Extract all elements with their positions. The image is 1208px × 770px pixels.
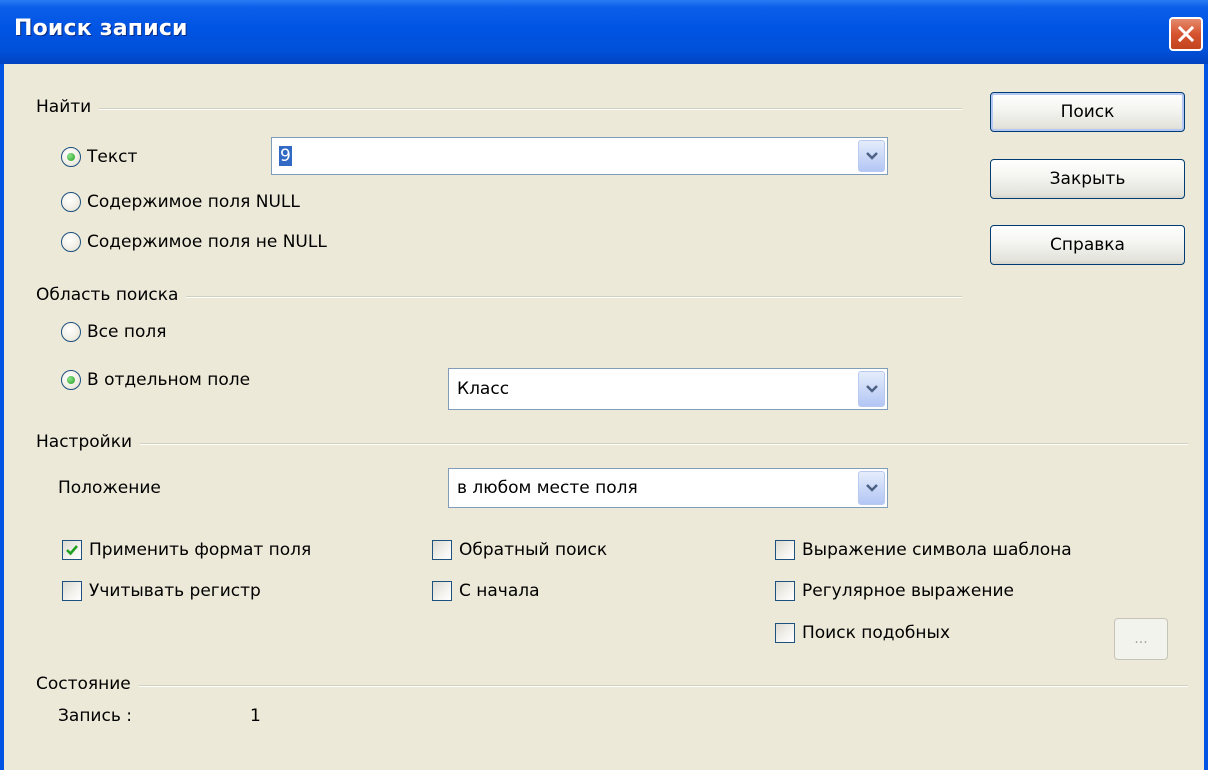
find-group-label: Найти (36, 97, 100, 117)
checkbox-indicator (775, 623, 795, 643)
radio-text-label: Текст (87, 147, 138, 167)
checkmark-icon (66, 545, 78, 556)
close-icon (1177, 25, 1195, 43)
checkbox-indicator (62, 540, 82, 560)
radio-indicator (61, 322, 81, 342)
position-dropdown-button[interactable] (858, 471, 885, 505)
close-window-button[interactable] (1169, 17, 1203, 51)
search-text-value: 9 (279, 146, 292, 166)
similarity-search-label: Поиск подобных (802, 623, 951, 643)
field-select-dropdown-button[interactable] (858, 371, 885, 407)
chevron-down-icon (865, 385, 878, 393)
radio-indicator (61, 147, 81, 167)
radio-text[interactable]: Текст (61, 147, 137, 167)
backwards-search-checkbox[interactable]: Обратный поиск (432, 540, 607, 560)
search-text-combobox[interactable]: 9 (271, 137, 888, 175)
match-case-checkbox[interactable]: Учитывать регистр (62, 581, 261, 601)
close-button[interactable]: Закрыть (990, 159, 1185, 199)
find-group-line (40, 108, 962, 110)
title-bar[interactable]: Поиск записи (0, 0, 1208, 64)
checkbox-indicator (775, 581, 795, 601)
radio-field-null-label: Содержимое поля NULL (87, 192, 300, 212)
chevron-down-icon (865, 484, 878, 492)
from-start-checkbox[interactable]: С начала (432, 581, 540, 601)
settings-group-label: Настройки (36, 432, 141, 452)
checkbox-indicator (62, 581, 82, 601)
wildcard-expression-label: Выражение символа шаблона (802, 540, 1072, 560)
apply-field-format-label: Применить формат поля (89, 540, 312, 560)
radio-all-fields-label: Все поля (87, 322, 167, 342)
radio-single-field[interactable]: В отдельном поле (61, 370, 250, 390)
wildcard-expression-checkbox[interactable]: Выражение символа шаблона (775, 540, 1072, 560)
search-text-dropdown-button[interactable] (858, 140, 885, 172)
backwards-search-label: Обратный поиск (459, 540, 608, 560)
position-value: в любом месте поля (457, 478, 638, 498)
field-select-value: Класс (457, 379, 510, 399)
radio-indicator (61, 192, 81, 212)
position-combobox[interactable]: в любом месте поля (448, 468, 888, 508)
radio-indicator (61, 370, 81, 390)
search-record-dialog: Поиск записи Найти Текст 9 Содержимое по… (0, 0, 1208, 770)
regular-expression-checkbox[interactable]: Регулярное выражение (775, 581, 1014, 601)
window-frame-right (1204, 64, 1208, 770)
radio-field-not-null[interactable]: Содержимое поля не NULL (61, 232, 327, 252)
radio-indicator (61, 232, 81, 252)
settings-group-line (40, 443, 1188, 445)
help-button[interactable]: Справка (990, 225, 1185, 265)
chevron-down-icon (865, 152, 878, 160)
position-label: Положение (58, 478, 161, 498)
radio-field-not-null-label: Содержимое поля не NULL (87, 232, 327, 252)
radio-single-field-label: В отдельном поле (87, 370, 251, 390)
similarity-options-button[interactable]: ... (1114, 618, 1168, 660)
radio-all-fields[interactable]: Все поля (61, 322, 166, 342)
window-frame-left (0, 64, 4, 770)
checkbox-indicator (775, 540, 795, 560)
record-value: 1 (250, 706, 261, 726)
checkbox-indicator (432, 581, 452, 601)
match-case-label: Учитывать регистр (89, 581, 261, 601)
radio-field-null[interactable]: Содержимое поля NULL (61, 192, 300, 212)
status-group-line (40, 685, 1188, 687)
checkbox-indicator (432, 540, 452, 560)
regular-expression-label: Регулярное выражение (802, 581, 1015, 601)
field-select-combobox[interactable]: Класс (448, 368, 888, 410)
from-start-label: С начала (459, 581, 540, 601)
window-title: Поиск записи (14, 16, 188, 41)
similarity-search-checkbox[interactable]: Поиск подобных (775, 623, 950, 643)
record-label: Запись : (58, 706, 132, 726)
search-button[interactable]: Поиск (990, 92, 1185, 132)
scope-group-label: Область поиска (36, 285, 187, 305)
apply-field-format-checkbox[interactable]: Применить формат поля (62, 540, 311, 560)
status-group-label: Состояние (36, 674, 139, 694)
